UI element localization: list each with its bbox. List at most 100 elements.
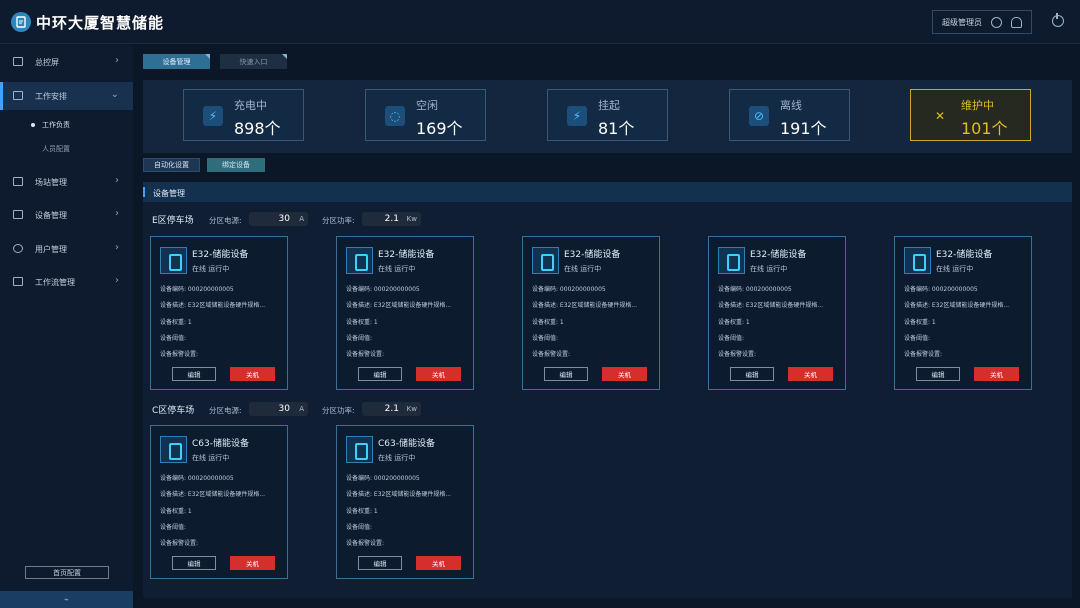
device-name: E32-储能设备	[936, 250, 993, 260]
chevron-right-icon: ›	[115, 208, 119, 219]
sidebar-item-work-schedule[interactable]: 工作安排 ⌄	[0, 82, 133, 110]
idle-icon: ◌	[385, 106, 405, 126]
device-alarm: 设备报警设置:	[346, 540, 385, 547]
shutdown-button[interactable]: 关机	[416, 556, 461, 570]
stat-label: 充电中	[234, 99, 267, 112]
home-config-label: 首页配置	[53, 568, 81, 577]
device-desc: 设备描述: E32区域储能设备硬件规格...	[346, 302, 452, 309]
zone-power-source-input[interactable]: 30 A	[249, 212, 308, 226]
edit-button[interactable]: 编辑	[172, 556, 216, 570]
offline-icon: ⊘	[749, 106, 769, 126]
zone-power-source-unit: A	[299, 405, 304, 413]
edit-button[interactable]: 编辑	[358, 556, 402, 570]
stat-suspended: ⚡ 挂起 81个	[547, 89, 668, 141]
shutdown-button[interactable]: 关机	[416, 367, 461, 381]
sidebar-item-user[interactable]: 用户管理 ›	[0, 235, 133, 263]
zone-power-source-input[interactable]: 30 A	[249, 402, 308, 416]
device-icon	[160, 247, 187, 274]
zone-power-label: 分区功率:	[322, 216, 355, 225]
stat-value: 191个	[780, 119, 827, 138]
automation-settings-button[interactable]: 自动化设置	[143, 158, 200, 172]
device-status: 在线 运行中	[192, 454, 230, 462]
zone-power-unit: Kw	[406, 405, 417, 413]
device-management-panel: 设备管理 E区停车场 分区电源: 30 A 分区功率: 2.1 Kw E32-储…	[143, 182, 1072, 598]
edit-button[interactable]: 编辑	[730, 367, 774, 381]
device-status: 在线 运行中	[936, 265, 974, 273]
sidebar-item-workflow[interactable]: 工作流管理 ›	[0, 268, 133, 296]
stat-label: 空闲	[416, 99, 438, 112]
stat-offline: ⊘ 离线 191个	[729, 89, 850, 141]
device-desc: 设备描述: E32区域储能设备硬件规格...	[532, 302, 638, 309]
device-status: 在线 运行中	[564, 265, 602, 273]
edit-button[interactable]: 编辑	[544, 367, 588, 381]
edit-button[interactable]: 编辑	[916, 367, 960, 381]
chevron-right-icon: ›	[115, 55, 119, 66]
device-weight: 设备权重: 1	[160, 319, 192, 326]
sidebar-item-device[interactable]: 设备管理 ›	[0, 201, 133, 229]
battery-charging-icon: ⚡	[203, 106, 223, 126]
device-code: 设备编码: 000200000005	[904, 286, 978, 293]
zone-title: E区停车场	[152, 216, 194, 226]
device-name: E32-储能设备	[750, 250, 807, 260]
zone-power-input[interactable]: 2.1 Kw	[362, 402, 421, 416]
device-weight: 设备权重: 1	[532, 319, 564, 326]
shutdown-button[interactable]: 关机	[788, 367, 833, 381]
sidebar-item-label: 工作流管理	[35, 278, 75, 287]
document-icon	[13, 91, 23, 100]
zone-power-source-value: 30	[278, 404, 290, 414]
sidebar-subitem-work-responsible[interactable]: 工作负责	[31, 120, 70, 130]
shutdown-button[interactable]: 关机	[974, 367, 1019, 381]
stat-value: 81个	[598, 119, 635, 138]
bind-device-button[interactable]: 绑定设备	[207, 158, 265, 172]
device-name: E32-储能设备	[192, 250, 249, 260]
panel-title: 设备管理	[153, 189, 185, 198]
device-icon	[346, 247, 373, 274]
tab-quick-entry[interactable]: 快速入口	[220, 54, 287, 69]
zone-power-source-value: 30	[278, 214, 290, 224]
chevron-right-icon: ›	[115, 175, 119, 186]
app-title: 中环大厦智慧储能	[36, 14, 165, 32]
device-code: 设备编码: 000200000005	[718, 286, 792, 293]
device-weight: 设备权重: 1	[718, 319, 750, 326]
shutdown-button[interactable]: 关机	[230, 367, 275, 381]
device-code: 设备编码: 000200000005	[346, 475, 420, 482]
sidebar-item-dashboard[interactable]: 总控屏 ›	[0, 48, 133, 76]
sidebar-subitem-staff-config[interactable]: 人员配置	[42, 144, 70, 154]
device-threshold: 设备阈值:	[718, 335, 745, 342]
home-config-button[interactable]: 首页配置	[25, 566, 109, 579]
device-code: 设备编码: 000200000005	[160, 475, 234, 482]
station-icon	[13, 177, 23, 186]
sidebar-collapse-icon[interactable]: ⌁	[0, 591, 133, 608]
device-alarm: 设备报警设置:	[718, 351, 757, 358]
device-icon	[904, 247, 931, 274]
zone-title: C区停车场	[152, 406, 195, 416]
edit-button[interactable]: 编辑	[358, 367, 402, 381]
device-card: C63-储能设备 在线 运行中 设备编码: 000200000005 设备描述:…	[336, 425, 474, 579]
sidebar-item-station[interactable]: 场站管理 ›	[0, 168, 133, 196]
bell-icon[interactable]	[1011, 17, 1022, 28]
device-card: E32-储能设备 在线 运行中 设备编码: 000200000005 设备描述:…	[336, 236, 474, 390]
user-icon[interactable]	[991, 17, 1002, 28]
stat-value: 898个	[234, 119, 281, 138]
device-weight: 设备权重: 1	[904, 319, 936, 326]
device-desc: 设备描述: E32区域储能设备硬件规格...	[346, 491, 452, 498]
device-name: E32-储能设备	[378, 250, 435, 260]
zone-power-input[interactable]: 2.1 Kw	[362, 212, 421, 226]
zone-power-unit: Kw	[406, 215, 417, 223]
shutdown-button[interactable]: 关机	[602, 367, 647, 381]
device-status: 在线 运行中	[192, 265, 230, 273]
user-icon	[13, 244, 23, 253]
chevron-down-icon: ⌄	[110, 89, 119, 100]
tab-device-management[interactable]: 设备管理	[143, 54, 210, 69]
zone-power-label: 分区功率:	[322, 406, 355, 415]
edit-button[interactable]: 编辑	[172, 367, 216, 381]
device-card: E32-储能设备 在线 运行中 设备编码: 000200000005 设备描述:…	[894, 236, 1032, 390]
shutdown-button[interactable]: 关机	[230, 556, 275, 570]
device-desc: 设备描述: E32区域储能设备硬件规格...	[160, 491, 266, 498]
device-weight: 设备权重: 1	[160, 508, 192, 515]
power-icon[interactable]	[1052, 13, 1064, 27]
device-threshold: 设备阈值:	[160, 524, 187, 531]
device-desc: 设备描述: E32区域储能设备硬件规格...	[904, 302, 1010, 309]
device-card: C63-储能设备 在线 运行中 设备编码: 000200000005 设备描述:…	[150, 425, 288, 579]
suspend-icon: ⚡	[567, 106, 587, 126]
